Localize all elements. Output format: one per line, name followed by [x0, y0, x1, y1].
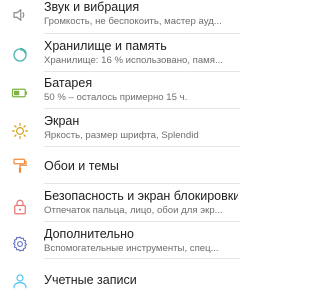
settings-item-title: Хранилище и память — [44, 39, 167, 53]
settings-item-subtitle: Вспомогательные инструменты, спец... — [44, 243, 219, 254]
battery-icon — [11, 84, 29, 102]
settings-item-subtitle: Отпечаток пальца, лицо, обои для экр... — [44, 205, 223, 216]
paint-roller-icon — [11, 157, 29, 175]
settings-item-title: Экран — [44, 114, 80, 128]
speaker-icon — [11, 6, 29, 24]
settings-item-sound[interactable]: Звук и вибрация Громкость, не беспокоить… — [0, 0, 240, 36]
divider — [44, 71, 240, 72]
divider — [44, 108, 240, 109]
divider — [44, 258, 240, 259]
settings-item-security[interactable]: Безопасность и экран блокировки Отпечато… — [0, 185, 240, 226]
brightness-icon — [11, 122, 29, 140]
gear-icon — [11, 235, 29, 253]
account-icon — [11, 272, 29, 290]
settings-item-title: Учетные записи — [44, 273, 137, 287]
divider — [44, 221, 240, 222]
settings-item-title: Батарея — [44, 76, 93, 90]
settings-item-subtitle: Хранилище: 16 % использовано, памя... — [44, 55, 223, 66]
settings-item-title: Безопасность и экран блокировки — [44, 189, 238, 203]
settings-item-storage[interactable]: Хранилище и память Хранилище: 16 % испол… — [0, 35, 240, 76]
settings-item-subtitle: Громкость, не беспокоить, мастер ауд... — [44, 16, 222, 27]
settings-item-subtitle: 50 % – осталось примерно 15 ч. — [44, 92, 188, 103]
lock-icon — [11, 198, 29, 216]
settings-item-subtitle: Яркость, размер шрифта, Splendid — [44, 130, 199, 141]
divider — [44, 33, 240, 34]
storage-icon — [11, 46, 29, 64]
divider — [44, 146, 240, 147]
settings-item-display[interactable]: Экран Яркость, размер шрифта, Splendid — [0, 110, 240, 151]
settings-item-accounts[interactable]: Учетные записи — [0, 261, 240, 300]
settings-item-title: Звук и вибрация — [44, 0, 140, 14]
settings-item-title: Дополнительно — [44, 227, 134, 241]
settings-list: Звук и вибрация Громкость, не беспокоить… — [0, 0, 240, 300]
divider — [44, 183, 240, 184]
settings-item-title: Обои и темы — [44, 159, 119, 173]
